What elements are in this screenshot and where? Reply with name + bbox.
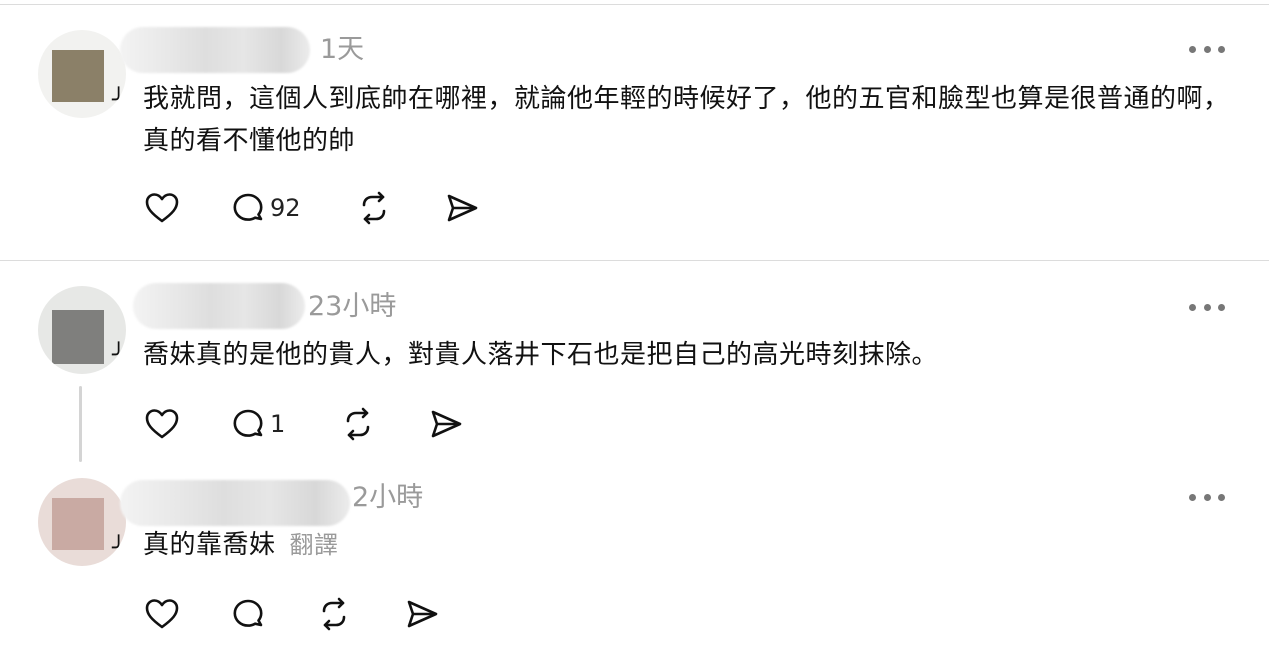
top-divider [0, 4, 1269, 5]
share-button[interactable] [404, 596, 440, 632]
like-button[interactable] [144, 596, 180, 632]
post-text-content: 真的靠喬妹 [143, 530, 276, 560]
share-button[interactable] [444, 190, 480, 226]
repost-icon [346, 407, 370, 441]
reply-hook-icon: ╯ [112, 536, 126, 561]
post-text: 真的靠喬妹 翻譯 [143, 524, 1233, 566]
username-blurred[interactable] [120, 27, 310, 73]
reply-hook-icon: ╯ [112, 88, 126, 113]
repost-button[interactable] [316, 596, 352, 632]
more-options-button[interactable] [1189, 44, 1225, 54]
post-text: 喬妹真的是他的貴人，對貴人落井下石也是把自己的高光時刻抹除。 [143, 340, 939, 370]
post-divider [0, 260, 1269, 261]
reply-button[interactable] [230, 596, 270, 632]
repost-button[interactable] [356, 190, 392, 226]
post-time: 23小時 [308, 291, 397, 322]
reply-count: 1 [270, 410, 286, 438]
post-time: 1天 [320, 34, 365, 65]
send-icon [447, 194, 478, 222]
heart-icon [145, 599, 179, 629]
share-button[interactable] [428, 406, 464, 442]
username-blurred[interactable] [133, 283, 305, 329]
post-text: 我就問，這個人到底帥在哪裡，就論他年輕的時候好了，他的五官和臉型也算是很普通的啊… [143, 84, 1230, 156]
more-options-button[interactable] [1189, 302, 1225, 312]
more-dots-icon [1189, 45, 1196, 53]
reply-hook-icon: ╯ [112, 343, 126, 368]
send-icon [407, 600, 438, 628]
thread-line [79, 386, 82, 462]
more-dots-icon [1189, 303, 1196, 311]
comment-icon [233, 193, 263, 221]
more-options-button[interactable] [1189, 492, 1225, 502]
repost-icon [362, 191, 386, 225]
repost-icon [322, 597, 346, 631]
translate-link[interactable]: 翻譯 [290, 531, 339, 559]
like-button[interactable] [144, 190, 180, 226]
heart-icon [145, 409, 179, 439]
post-time: 2小時 [352, 482, 424, 513]
heart-icon [145, 193, 179, 223]
send-icon [431, 410, 462, 438]
reply-button[interactable]: 92 [230, 190, 301, 226]
reply-button[interactable]: 1 [230, 406, 285, 442]
username-blurred[interactable] [120, 480, 350, 526]
like-button[interactable] [144, 406, 180, 442]
more-dots-icon [1189, 493, 1196, 501]
comment-icon [233, 409, 263, 437]
comment-icon [233, 599, 263, 627]
repost-button[interactable] [340, 406, 376, 442]
reply-count: 92 [270, 194, 301, 222]
